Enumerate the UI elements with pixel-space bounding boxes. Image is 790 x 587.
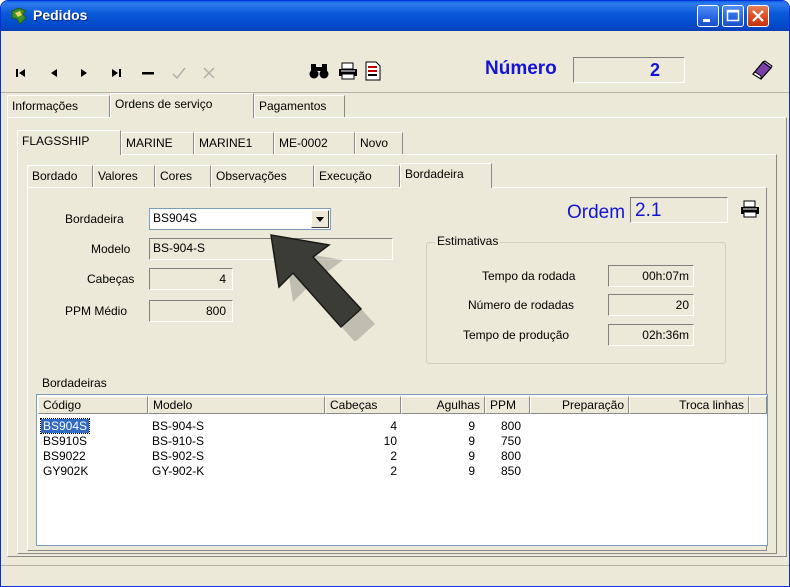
cell-codigo: BS904S bbox=[39, 418, 91, 434]
cell-codigo: GY902K bbox=[43, 464, 89, 478]
previous-icon[interactable] bbox=[47, 65, 61, 81]
column-header-modelo[interactable]: Modelo bbox=[148, 396, 325, 414]
table-row[interactable]: BS904S BS-904-S 4 9 800 bbox=[37, 418, 767, 435]
table-row[interactable]: GY902K GY-902-K 2 9 850 bbox=[37, 464, 767, 480]
next-icon[interactable] bbox=[77, 65, 91, 81]
column-header-cabecas[interactable]: Cabeças bbox=[325, 396, 401, 414]
bordadeira-label: Bordadeira bbox=[65, 212, 124, 226]
tempo-rodada-field: 00h:07m bbox=[608, 265, 694, 287]
window-title: Pedidos bbox=[33, 7, 88, 23]
numero-field[interactable]: 2 bbox=[573, 57, 685, 83]
tempo-producao-field: 02h:36m bbox=[608, 324, 694, 346]
sub-tabs: Bordado Valores Cores Observações Execuç… bbox=[27, 163, 767, 188]
column-header-ppm[interactable]: PPM bbox=[485, 396, 530, 414]
column-header-codigo[interactable]: Código bbox=[38, 396, 148, 414]
bordadeiras-title: Bordadeiras bbox=[42, 376, 107, 390]
ppm-medio-field: 800 bbox=[149, 300, 233, 322]
tab-ordens-de-servico[interactable]: Ordens de serviço bbox=[110, 93, 254, 118]
printer-icon[interactable] bbox=[337, 62, 359, 80]
maximize-button[interactable] bbox=[722, 5, 744, 27]
bordadeira-select[interactable]: BS904S bbox=[149, 208, 331, 230]
delete-icon[interactable] bbox=[141, 65, 155, 81]
cell-agulhas: 9 bbox=[468, 434, 475, 448]
print-order-icon[interactable] bbox=[739, 200, 761, 221]
exit-icon[interactable] bbox=[750, 59, 774, 80]
tab-cores[interactable]: Cores bbox=[155, 165, 211, 187]
cell-modelo: GY-902-K bbox=[152, 464, 205, 478]
numero-label: Número bbox=[485, 58, 557, 79]
cell-codigo: BS910S bbox=[43, 434, 88, 448]
annotation-arrow-icon bbox=[257, 229, 377, 342]
main-tabs: Informações Ordens de serviço Pagamentos bbox=[7, 93, 787, 118]
bordadeiras-list[interactable]: Código Modelo Cabeças Agulhas PPM Prepar… bbox=[36, 394, 768, 546]
cancel-icon[interactable] bbox=[201, 65, 217, 81]
tab-observacoes[interactable]: Observações bbox=[211, 165, 314, 187]
close-button[interactable] bbox=[747, 5, 769, 27]
column-header-troca-linhas[interactable]: Troca linhas bbox=[629, 396, 749, 414]
cell-ppm: 800 bbox=[501, 419, 522, 433]
numero-rodadas-field: 20 bbox=[608, 294, 694, 316]
column-header-preparacao[interactable]: Preparação bbox=[530, 396, 629, 414]
numero-rodadas-label: Número de rodadas bbox=[468, 298, 575, 312]
last-icon[interactable] bbox=[109, 65, 123, 81]
modelo-label: Modelo bbox=[91, 242, 131, 256]
tempo-rodada-label: Tempo da rodada bbox=[482, 269, 576, 283]
cell-cabecas: 2 bbox=[390, 449, 397, 463]
tab-bordado[interactable]: Bordado bbox=[27, 165, 93, 187]
cell-agulhas: 9 bbox=[468, 419, 475, 433]
ordem-field: 2.1 bbox=[630, 197, 728, 223]
order-tabs: FLAGSSHIP MARINE MARINE1 ME-0002 Novo bbox=[17, 130, 777, 155]
tab-order-me-0002[interactable]: ME-0002 bbox=[274, 132, 355, 154]
toolbar: Número 2 bbox=[1, 31, 789, 93]
cell-modelo: BS-904-S bbox=[152, 419, 205, 433]
app-icon bbox=[9, 6, 29, 26]
column-header-agulhas[interactable]: Agulhas bbox=[401, 396, 485, 414]
tab-order-flagsship[interactable]: FLAGSSHIP bbox=[17, 130, 121, 155]
ppm-medio-label: PPM Médio bbox=[65, 304, 128, 318]
tempo-producao-label: Tempo de produção bbox=[463, 328, 570, 342]
tab-order-marine[interactable]: MARINE bbox=[121, 132, 194, 154]
cell-agulhas: 9 bbox=[468, 449, 475, 463]
ordem-label: Ordem bbox=[567, 202, 626, 223]
cell-ppm: 850 bbox=[501, 464, 522, 478]
confirm-icon[interactable] bbox=[171, 65, 187, 81]
tab-bordadeira[interactable]: Bordadeira bbox=[400, 163, 492, 188]
status-bar bbox=[1, 565, 789, 586]
cabecas-field: 4 bbox=[149, 268, 233, 290]
chevron-down-icon[interactable] bbox=[311, 210, 329, 228]
tab-order-marine1[interactable]: MARINE1 bbox=[194, 132, 274, 154]
tab-valores[interactable]: Valores bbox=[93, 165, 155, 187]
cell-ppm: 800 bbox=[501, 449, 522, 463]
estimativas-title: Estimativas bbox=[435, 234, 501, 248]
tab-informacoes[interactable]: Informações bbox=[7, 95, 110, 117]
cell-cabecas: 4 bbox=[390, 419, 397, 433]
cell-modelo: BS-902-S bbox=[152, 449, 205, 463]
report-icon[interactable] bbox=[363, 61, 383, 81]
title-bar[interactable]: Pedidos bbox=[1, 1, 789, 31]
cell-modelo: BS-910-S bbox=[152, 434, 205, 448]
cabecas-label: Cabeças bbox=[87, 272, 135, 286]
pedidos-window: Pedidos Número 2 Informações Ordens de s… bbox=[0, 0, 790, 587]
cell-codigo: BS9022 bbox=[43, 449, 86, 463]
binoculars-icon[interactable] bbox=[309, 62, 329, 79]
tab-execucao[interactable]: Execução bbox=[314, 165, 400, 187]
bordadeira-value: BS904S bbox=[153, 211, 198, 225]
first-icon[interactable] bbox=[15, 65, 29, 81]
tab-order-novo[interactable]: Novo bbox=[355, 132, 403, 154]
table-row[interactable]: BS910S BS-910-S 10 9 750 bbox=[37, 434, 767, 450]
column-header-filler bbox=[749, 396, 767, 414]
cell-ppm: 750 bbox=[501, 434, 522, 448]
cell-agulhas: 9 bbox=[468, 464, 475, 478]
cell-cabecas: 2 bbox=[390, 464, 397, 478]
cell-cabecas: 10 bbox=[383, 434, 397, 448]
tab-pagamentos[interactable]: Pagamentos bbox=[254, 95, 345, 117]
table-row[interactable]: BS9022 BS-902-S 2 9 800 bbox=[37, 449, 767, 465]
minimize-button[interactable] bbox=[697, 5, 719, 27]
